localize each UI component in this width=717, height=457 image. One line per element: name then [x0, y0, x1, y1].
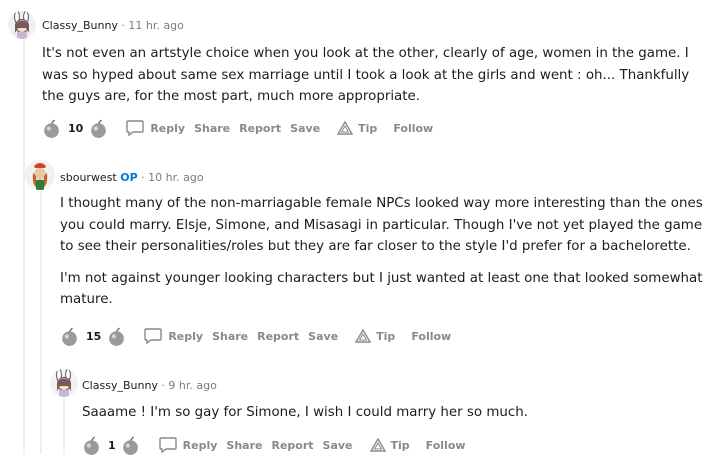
avatar[interactable]	[25, 160, 55, 190]
tip-button[interactable]: Tip	[337, 121, 377, 135]
report-button[interactable]: Report	[257, 330, 299, 343]
meta-separator: ·	[141, 171, 145, 184]
thread-line[interactable]	[40, 190, 42, 454]
reply-button[interactable]: Reply	[143, 327, 203, 345]
apple-upvote-icon	[83, 435, 99, 455]
bunny-avatar-icon	[50, 369, 78, 397]
reply-bubble-icon	[125, 119, 145, 137]
meta-separator: ·	[161, 379, 165, 392]
save-button[interactable]: Save	[323, 439, 353, 452]
meta-separator: ·	[121, 19, 125, 32]
follow-button[interactable]: Follow	[426, 439, 466, 452]
reply-bubble-icon	[158, 436, 178, 454]
save-button[interactable]: Save	[290, 122, 320, 135]
timestamp[interactable]: 10 hr. ago	[148, 171, 203, 184]
tip-triangle-icon	[369, 438, 386, 452]
comment-actions: 1 Reply Share Report Save Tip Follow	[80, 433, 466, 457]
share-button[interactable]: Share	[194, 122, 230, 135]
apple-upvote-icon	[43, 118, 59, 138]
thread-line[interactable]	[63, 398, 65, 454]
comment-paragraph: I'm not against younger looking characte…	[60, 270, 703, 308]
sbourwest-avatar-icon	[25, 160, 55, 190]
avatar[interactable]	[50, 369, 78, 397]
follow-button[interactable]: Follow	[393, 122, 433, 135]
op-badge: OP	[120, 171, 138, 184]
tip-button[interactable]: Tip	[369, 438, 410, 452]
tip-label: Tip	[358, 121, 378, 135]
comment-paragraph: I thought many of the non-marriagable fe…	[60, 196, 703, 254]
vote-score: 15	[86, 329, 102, 343]
report-button[interactable]: Report	[239, 122, 281, 135]
reply-label: Reply	[182, 438, 218, 452]
share-button[interactable]: Share	[212, 330, 248, 343]
comment-meta: sbourwest OP · 10 hr. ago	[60, 171, 204, 184]
report-button[interactable]: Report	[271, 439, 313, 452]
upvote-button[interactable]	[80, 434, 102, 456]
comment-actions: 10 Reply Share Report Save Tip Follow	[40, 116, 433, 140]
timestamp[interactable]: 11 hr. ago	[128, 19, 183, 32]
vote-score: 10	[68, 121, 84, 135]
tip-label: Tip	[390, 438, 410, 452]
vote-score: 1	[108, 438, 116, 452]
upvote-button[interactable]	[58, 325, 80, 347]
tip-triangle-icon	[355, 329, 372, 343]
reply-button[interactable]: Reply	[158, 436, 218, 454]
comment-body: Saaame ! I'm so gay for Simone, I wish I…	[82, 402, 702, 434]
save-button[interactable]: Save	[308, 330, 338, 343]
comment-paragraph: Saaame ! I'm so gay for Simone, I wish I…	[82, 405, 528, 420]
tip-label: Tip	[376, 329, 396, 343]
avatar[interactable]	[8, 11, 36, 39]
reply-label: Reply	[150, 121, 186, 135]
author-name[interactable]: Classy_Bunny	[42, 19, 118, 32]
comment-body: I thought many of the non-marriagable fe…	[60, 193, 705, 321]
author-name[interactable]: sbourwest	[60, 171, 117, 184]
comment-meta: Classy_Bunny · 9 hr. ago	[82, 379, 217, 392]
thread-line[interactable]	[23, 38, 25, 454]
apple-upvote-icon	[61, 326, 77, 346]
comment-meta: Classy_Bunny · 11 hr. ago	[42, 19, 184, 32]
apple-downvote-icon	[108, 326, 124, 346]
comment-actions: 15 Reply Share Report Save Tip Follow	[58, 324, 451, 348]
downvote-button[interactable]	[105, 325, 127, 347]
author-name[interactable]: Classy_Bunny	[82, 379, 158, 392]
timestamp[interactable]: 9 hr. ago	[168, 379, 216, 392]
bunny-avatar-icon	[8, 11, 36, 39]
comment-paragraph: It's not even an artstyle choice when yo…	[42, 46, 690, 104]
apple-downvote-icon	[123, 435, 139, 455]
tip-button[interactable]: Tip	[355, 329, 395, 343]
reply-bubble-icon	[143, 327, 163, 345]
reply-label: Reply	[168, 329, 204, 343]
share-button[interactable]: Share	[226, 439, 262, 452]
upvote-button[interactable]	[40, 117, 62, 139]
reply-button[interactable]: Reply	[125, 119, 185, 137]
apple-downvote-icon	[90, 118, 106, 138]
comment-body: It's not even an artstyle choice when yo…	[42, 43, 712, 118]
downvote-button[interactable]	[87, 117, 109, 139]
follow-button[interactable]: Follow	[411, 330, 451, 343]
tip-triangle-icon	[337, 121, 354, 135]
downvote-button[interactable]	[120, 434, 142, 456]
